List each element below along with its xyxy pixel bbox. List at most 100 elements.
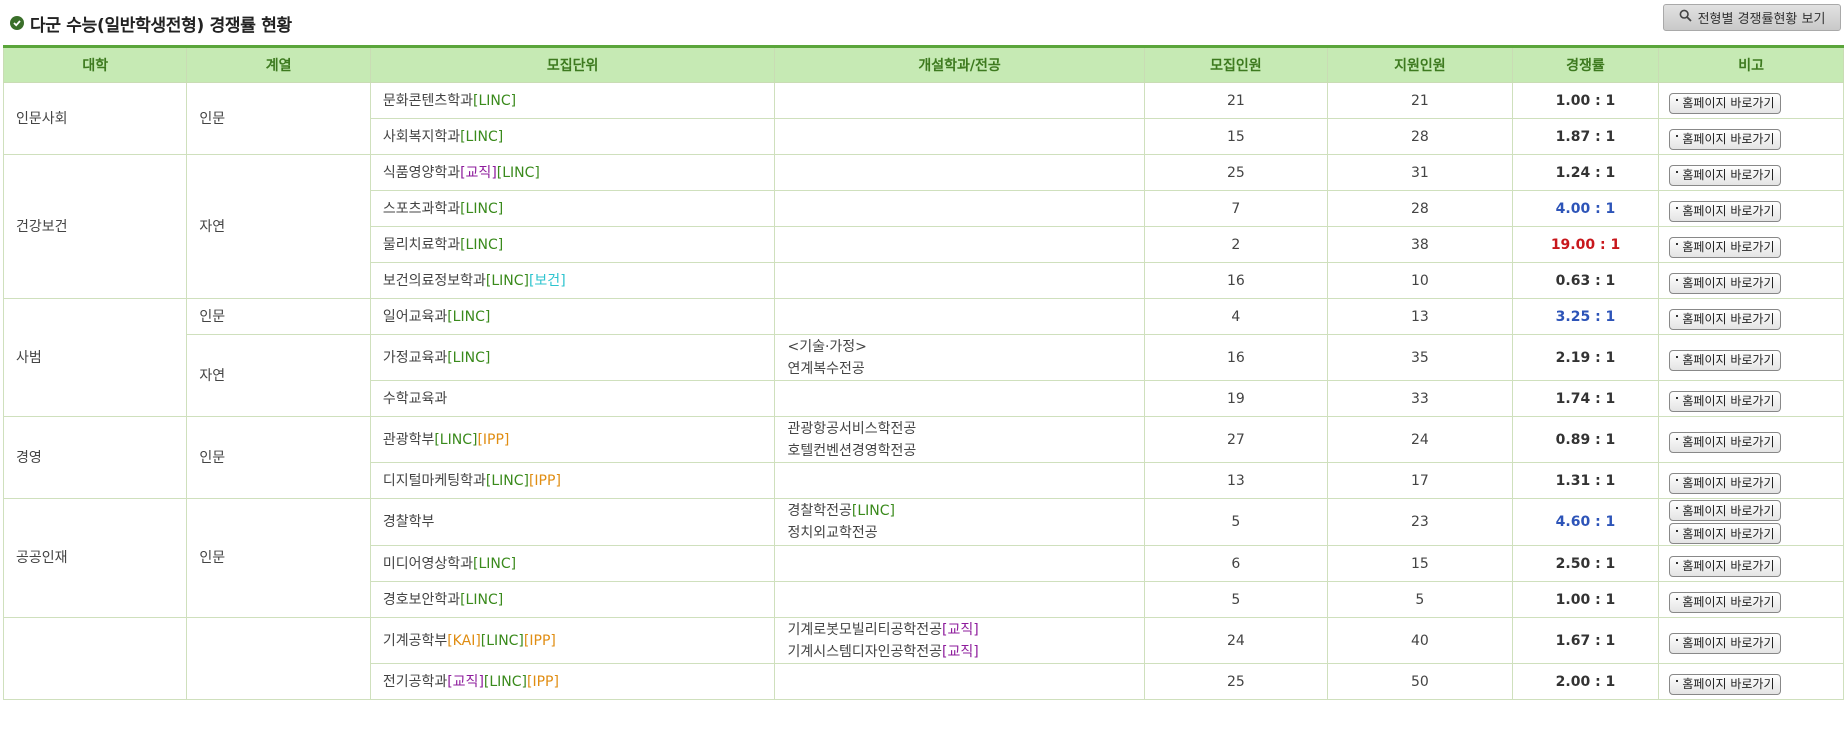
col-header: 개설학과/전공	[774, 45, 1145, 83]
major-cell	[774, 82, 1145, 119]
field-cell: 인문	[186, 416, 371, 499]
col-header: 경쟁률	[1511, 45, 1660, 83]
field-cell: 인문	[186, 82, 371, 155]
col-header: 계열	[186, 45, 371, 83]
major-cell: 경찰학전공[LINC] 정치외교학전공	[774, 498, 1145, 546]
rate-cell: 2.50 : 1	[1511, 545, 1660, 582]
table-row: 기계공학부[KAI][LINC][IPP] 기계로봇모빌리티공학전공[교직] 기계…	[2, 617, 1844, 700]
homepage-button[interactable]: 홈페이지 바로가기	[1669, 500, 1782, 521]
homepage-button[interactable]: 홈페이지 바로가기	[1669, 164, 1782, 186]
homepage-button[interactable]: 홈페이지 바로가기	[1669, 632, 1782, 654]
note-cell: 홈페이지 바로가기 홈페이지 바로가기	[1658, 498, 1844, 546]
note-cell: 홈페이지 바로가기	[1658, 545, 1844, 582]
recruit-cell: 7	[1143, 190, 1329, 227]
rate-cell: 0.89 : 1	[1511, 416, 1660, 463]
major-cell	[774, 190, 1145, 227]
page-title-text: 다군 수능(일반학생전형) 경쟁률 현황	[30, 15, 292, 36]
college-cell: 공공인재	[2, 498, 188, 618]
rate-cell: 2.19 : 1	[1511, 334, 1660, 381]
recruit-cell: 15	[1143, 118, 1329, 155]
col-header: 지원인원	[1327, 45, 1513, 83]
recruit-cell: 19	[1143, 380, 1329, 417]
applied-cell: 10	[1327, 262, 1513, 299]
applied-cell: 50	[1327, 663, 1513, 700]
col-header: 모집인원	[1143, 45, 1329, 83]
applied-cell: 23	[1327, 498, 1513, 546]
table-row: 인문사회 인문 문화콘텐츠학과[LINC] 21 21 1.00 : 1 홈페이…	[2, 82, 1844, 155]
note-cell: 홈페이지 바로가기	[1658, 154, 1844, 191]
major-cell	[774, 262, 1145, 299]
applied-cell: 31	[1327, 154, 1513, 191]
unit-cell: 수학교육과	[369, 380, 776, 417]
homepage-button[interactable]: 홈페이지 바로가기	[1669, 128, 1782, 150]
rate-cell: 4.60 : 1	[1511, 498, 1660, 546]
homepage-button[interactable]: 홈페이지 바로가기	[1669, 431, 1782, 453]
field-cell	[186, 617, 371, 700]
unit-cell: 식품영양학과[교직][LINC]	[369, 154, 776, 191]
unit-cell: 물리치료학과[LINC]	[369, 226, 776, 263]
unit-cell: 경호보안학과[LINC]	[369, 581, 776, 618]
col-header: 모집단위	[369, 45, 776, 83]
applied-cell: 15	[1327, 545, 1513, 582]
table-row: 경영 인문 관광학부[LINC][IPP] 관광항공서비스학전공 호텔컨벤션경영학…	[2, 416, 1844, 499]
page-title: 다군 수능(일반학생전형) 경쟁률 현황	[10, 10, 292, 36]
view-by-type-button[interactable]: 전형별 경쟁률현황 보기	[1663, 4, 1841, 31]
homepage-button[interactable]: 홈페이지 바로가기	[1669, 591, 1782, 613]
rate-cell: 2.00 : 1	[1511, 663, 1660, 700]
table-row: 사범 인문 일어교육과[LINC] 4 13 3.25 : 1 홈페이지 바로가…	[2, 298, 1844, 417]
recruit-cell: 4	[1143, 298, 1329, 335]
note-cell: 홈페이지 바로가기	[1658, 663, 1844, 700]
recruit-cell: 2	[1143, 226, 1329, 263]
major-cell	[774, 380, 1145, 417]
homepage-button[interactable]: 홈페이지 바로가기	[1669, 523, 1782, 544]
major-cell	[774, 462, 1145, 499]
rate-cell: 4.00 : 1	[1511, 190, 1660, 227]
unit-cell: 문화콘텐츠학과[LINC]	[369, 82, 776, 119]
applied-cell: 5	[1327, 581, 1513, 618]
unit-cell: 보건의료정보학과[LINC][보건]	[369, 262, 776, 299]
note-cell: 홈페이지 바로가기	[1658, 262, 1844, 299]
note-cell: 홈페이지 바로가기	[1658, 190, 1844, 227]
note-cell: 홈페이지 바로가기	[1658, 462, 1844, 499]
homepage-button[interactable]: 홈페이지 바로가기	[1669, 236, 1782, 258]
rate-cell: 1.87 : 1	[1511, 118, 1660, 155]
homepage-button[interactable]: 홈페이지 바로가기	[1669, 349, 1782, 371]
unit-cell: 사회복지학과[LINC]	[369, 118, 776, 155]
homepage-button[interactable]: 홈페이지 바로가기	[1669, 390, 1782, 412]
homepage-button[interactable]: 홈페이지 바로가기	[1669, 555, 1782, 577]
homepage-button[interactable]: 홈페이지 바로가기	[1669, 673, 1782, 695]
table-row: 건강보건 자연 식품영양학과[교직][LINC] 25 31 1.24 : 1 …	[2, 154, 1844, 299]
homepage-button[interactable]: 홈페이지 바로가기	[1669, 200, 1782, 222]
homepage-button[interactable]: 홈페이지 바로가기	[1669, 472, 1782, 494]
college-cell	[2, 617, 188, 700]
unit-cell: 디지털마케팅학과[LINC][IPP]	[369, 462, 776, 499]
recruit-cell: 5	[1143, 498, 1329, 546]
major-cell	[774, 118, 1145, 155]
major-cell: <기술·가정> 연계복수전공	[774, 334, 1145, 381]
applied-cell: 21	[1327, 82, 1513, 119]
homepage-button[interactable]: 홈페이지 바로가기	[1669, 272, 1782, 294]
rate-cell: 1.00 : 1	[1511, 581, 1660, 618]
rate-cell: 1.00 : 1	[1511, 82, 1660, 119]
recruit-cell: 27	[1143, 416, 1329, 463]
college-cell: 사범	[2, 298, 188, 417]
table-row: 자연 가정교육과[LINC] <기술·가정> 연계복수전공 16 35 2.19 …	[4, 334, 1844, 417]
rate-cell: 1.31 : 1	[1511, 462, 1660, 499]
major-cell	[774, 226, 1145, 263]
note-cell: 홈페이지 바로가기	[1658, 416, 1844, 463]
unit-cell: 경찰학부	[369, 498, 776, 546]
recruit-cell: 16	[1143, 262, 1329, 299]
applied-cell: 17	[1327, 462, 1513, 499]
recruit-cell: 24	[1143, 617, 1329, 664]
rate-cell: 19.00 : 1	[1511, 226, 1660, 263]
note-cell: 홈페이지 바로가기	[1658, 334, 1844, 381]
recruit-cell: 13	[1143, 462, 1329, 499]
table-row: 공공인재 인문 경찰학부 경찰학전공[LINC] 정치외교학전공 5 23 4.6…	[2, 498, 1844, 618]
recruit-cell: 16	[1143, 334, 1329, 381]
field-cell: 인문	[186, 298, 371, 335]
table-header-row: 대학 계열 모집단위 개설학과/전공 모집인원 지원인원 경쟁률 비고	[2, 45, 1844, 83]
homepage-button[interactable]: 홈페이지 바로가기	[1669, 92, 1782, 114]
college-cell: 경영	[2, 416, 188, 499]
note-cell: 홈페이지 바로가기	[1658, 298, 1844, 335]
homepage-button[interactable]: 홈페이지 바로가기	[1669, 308, 1782, 330]
